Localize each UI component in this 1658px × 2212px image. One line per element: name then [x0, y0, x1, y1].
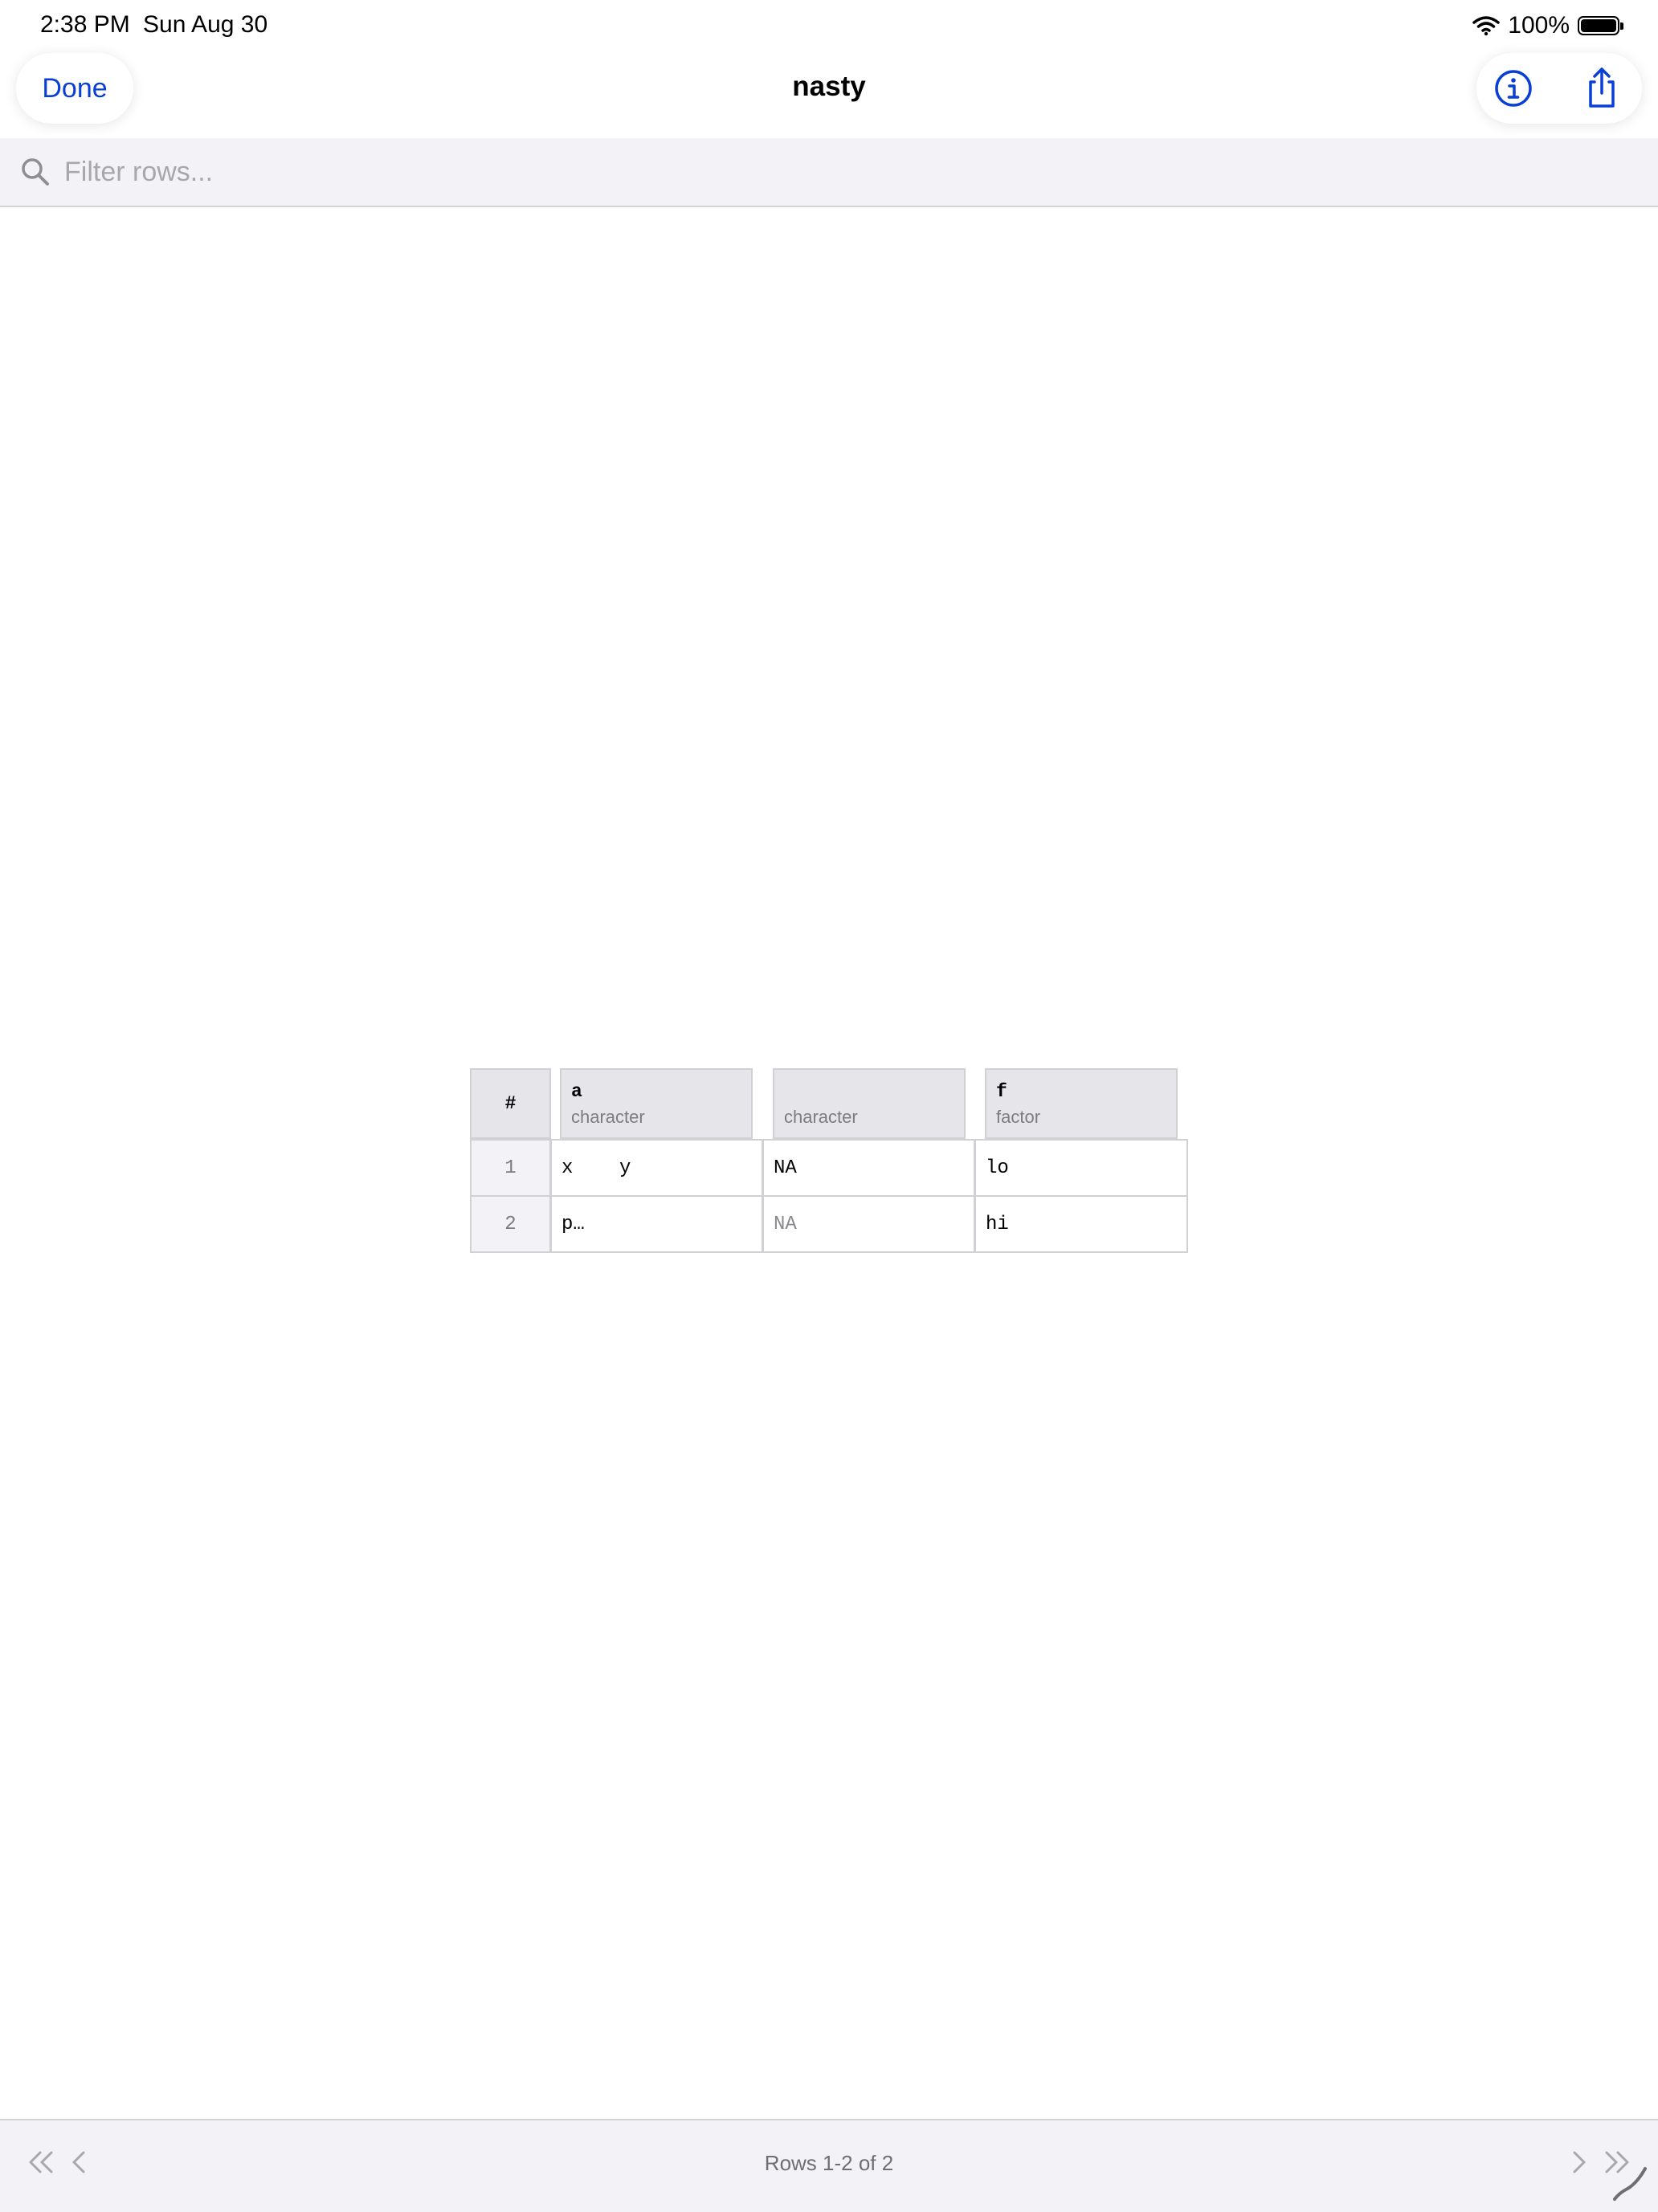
wifi-icon [1472, 16, 1501, 36]
column-type: character [784, 1107, 858, 1127]
table-cell[interactable]: p… [550, 1195, 763, 1253]
status-time: 2:38 PM [40, 11, 130, 38]
column-header-f[interactable]: f factor [985, 1068, 1178, 1139]
column-header-a[interactable]: a character [560, 1068, 753, 1139]
filter-rows-input[interactable] [64, 148, 1591, 196]
share-icon[interactable] [1578, 64, 1626, 112]
status-bar: 2:38 PM Sun Aug 30 100% [0, 0, 1658, 51]
nav-actions [1476, 53, 1642, 124]
table-cell[interactable]: x y [550, 1139, 763, 1197]
page-title: nasty [792, 71, 866, 102]
table-cell[interactable]: NA [762, 1139, 975, 1197]
column-type: factor [996, 1107, 1041, 1127]
table-cell-na[interactable]: NA [762, 1195, 975, 1253]
filter-bar [0, 138, 1658, 207]
rows-count: Rows 1-2 of 2 [764, 2151, 894, 2175]
table-cell[interactable]: hi [974, 1195, 1188, 1253]
status-date: Sun Aug 30 [143, 11, 268, 38]
status-indicators: 100% [1472, 11, 1623, 40]
pencil-stroke-icon [1613, 2167, 1647, 2201]
column-name: a [571, 1081, 582, 1102]
battery-icon [1578, 16, 1623, 35]
search-icon [22, 158, 49, 186]
row-index: 2 [470, 1195, 551, 1253]
column-type: character [571, 1107, 645, 1127]
nav-bar: Done nasty [0, 51, 1658, 138]
pagination-bar: Rows 1-2 of 2 [0, 2119, 1658, 2212]
info-icon[interactable] [1489, 64, 1538, 112]
next-page-icon[interactable] [1558, 2143, 1597, 2181]
battery-percent: 100% [1508, 12, 1570, 39]
row-index: 1 [470, 1139, 551, 1197]
column-header-unnamed[interactable]: character [773, 1068, 966, 1139]
table-cell[interactable]: lo [974, 1139, 1188, 1197]
column-name: f [996, 1081, 1007, 1102]
index-column-header: # [470, 1068, 551, 1139]
